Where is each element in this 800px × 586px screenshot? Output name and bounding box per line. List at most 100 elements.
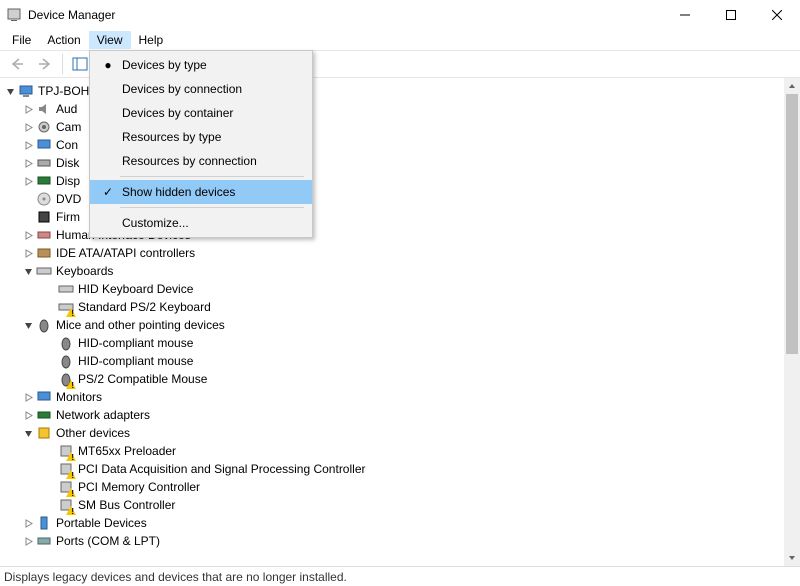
tree-label: HID-compliant mouse (78, 354, 193, 368)
tree-hid-mouse-1[interactable]: HID-compliant mouse (0, 334, 784, 352)
menu-show-hidden-devices[interactable]: ✓ Show hidden devices (90, 180, 312, 204)
tree-portable[interactable]: Portable Devices (0, 514, 784, 532)
view-dropdown: ● Devices by type Devices by connection … (89, 50, 313, 238)
tree-pci-data[interactable]: PCI Data Acquisition and Signal Processi… (0, 460, 784, 478)
monitor-icon (36, 137, 52, 153)
tree-pci-mem[interactable]: PCI Memory Controller (0, 478, 784, 496)
tree-label: Con (56, 138, 78, 152)
tree-label: Portable Devices (56, 516, 147, 530)
menu-view[interactable]: View (89, 31, 131, 49)
tree-label: Firm (56, 210, 80, 224)
status-text: Displays legacy devices and devices that… (4, 570, 347, 584)
hid-icon (36, 227, 52, 243)
tree-ps2-keyboard[interactable]: Standard PS/2 Keyboard (0, 298, 784, 316)
speaker-icon (36, 101, 52, 117)
collapse-icon[interactable] (4, 85, 16, 97)
tree-network[interactable]: Network adapters (0, 406, 784, 424)
expand-icon[interactable] (22, 535, 34, 547)
tree-hid-mouse-2[interactable]: HID-compliant mouse (0, 352, 784, 370)
tree-label: Other devices (56, 426, 130, 440)
mouse-icon (58, 335, 74, 351)
tree-ports[interactable]: Ports (COM & LPT) (0, 532, 784, 550)
expand-icon[interactable] (22, 391, 34, 403)
tree-label: TPJ-BOH (38, 84, 89, 98)
close-button[interactable] (754, 0, 800, 30)
toolbar-separator (62, 54, 63, 74)
vertical-scrollbar[interactable] (784, 78, 800, 566)
expand-icon[interactable] (22, 229, 34, 241)
expand-icon[interactable] (22, 175, 34, 187)
portable-device-icon (36, 515, 52, 531)
menu-devices-by-container[interactable]: Devices by container (90, 101, 312, 125)
computer-icon (18, 83, 34, 99)
tree-label: IDE ATA/ATAPI controllers (56, 246, 195, 260)
disk-icon (36, 155, 52, 171)
tree-monitors[interactable]: Monitors (0, 388, 784, 406)
show-hide-tree-button[interactable] (69, 53, 91, 75)
collapse-icon[interactable] (22, 427, 34, 439)
tree-label: MT65xx Preloader (78, 444, 176, 458)
display-adapter-icon (36, 173, 52, 189)
menu-devices-by-connection[interactable]: Devices by connection (90, 77, 312, 101)
firmware-icon (36, 209, 52, 225)
scroll-up-button[interactable] (784, 78, 800, 94)
tree-mt65xx[interactable]: MT65xx Preloader (0, 442, 784, 460)
expand-icon[interactable] (22, 139, 34, 151)
tree-ide[interactable]: IDE ATA/ATAPI controllers (0, 244, 784, 262)
tree-label: Aud (56, 102, 77, 116)
scroll-down-button[interactable] (784, 550, 800, 566)
menu-file[interactable]: File (4, 31, 39, 49)
unknown-device-icon (58, 443, 74, 459)
tree-sm-bus[interactable]: SM Bus Controller (0, 496, 784, 514)
expand-icon[interactable] (22, 157, 34, 169)
mouse-warning-icon (58, 371, 74, 387)
tree-label: Disk (56, 156, 79, 170)
tree-keyboards[interactable]: Keyboards (0, 262, 784, 280)
keyboard-icon (36, 263, 52, 279)
scrollbar-thumb[interactable] (786, 94, 798, 354)
tree-ps2-mouse[interactable]: PS/2 Compatible Mouse (0, 370, 784, 388)
tree-other[interactable]: Other devices (0, 424, 784, 442)
menu-customize[interactable]: Customize... (90, 211, 312, 235)
tree-label: PCI Memory Controller (78, 480, 200, 494)
check-icon: ✓ (98, 185, 118, 199)
tree-label: Disp (56, 174, 80, 188)
tree-label: PCI Data Acquisition and Signal Processi… (78, 462, 365, 476)
tree-label: HID-compliant mouse (78, 336, 193, 350)
back-button[interactable] (6, 53, 28, 75)
statusbar: Displays legacy devices and devices that… (0, 566, 800, 586)
menubar: File Action View Help (0, 30, 800, 50)
tree-mice[interactable]: Mice and other pointing devices (0, 316, 784, 334)
collapse-icon[interactable] (22, 319, 34, 331)
tree-label: SM Bus Controller (78, 498, 175, 512)
expand-icon[interactable] (22, 247, 34, 259)
menu-devices-by-type[interactable]: ● Devices by type (90, 53, 312, 77)
menu-resources-by-type[interactable]: Resources by type (90, 125, 312, 149)
monitor-icon (36, 389, 52, 405)
tree-label: PS/2 Compatible Mouse (78, 372, 207, 386)
unknown-device-icon (58, 479, 74, 495)
minimize-button[interactable] (662, 0, 708, 30)
keyboard-icon (58, 281, 74, 297)
window-title: Device Manager (28, 8, 115, 22)
menu-resources-by-connection[interactable]: Resources by connection (90, 149, 312, 173)
tree-hid-keyboard[interactable]: HID Keyboard Device (0, 280, 784, 298)
menu-help[interactable]: Help (131, 31, 172, 49)
expand-icon[interactable] (22, 103, 34, 115)
tree-label: Keyboards (56, 264, 113, 278)
menu-separator-2 (120, 207, 304, 208)
expand-icon[interactable] (22, 121, 34, 133)
tree-label: Network adapters (56, 408, 150, 422)
tree-label: DVD (56, 192, 81, 206)
collapse-icon[interactable] (22, 265, 34, 277)
menu-separator (120, 176, 304, 177)
menu-action[interactable]: Action (39, 31, 88, 49)
tree-label: Cam (56, 120, 81, 134)
expand-icon[interactable] (22, 409, 34, 421)
forward-button[interactable] (34, 53, 56, 75)
camera-icon (36, 119, 52, 135)
expand-icon[interactable] (22, 517, 34, 529)
unknown-device-icon (58, 461, 74, 477)
maximize-button[interactable] (708, 0, 754, 30)
app-icon (6, 7, 22, 23)
